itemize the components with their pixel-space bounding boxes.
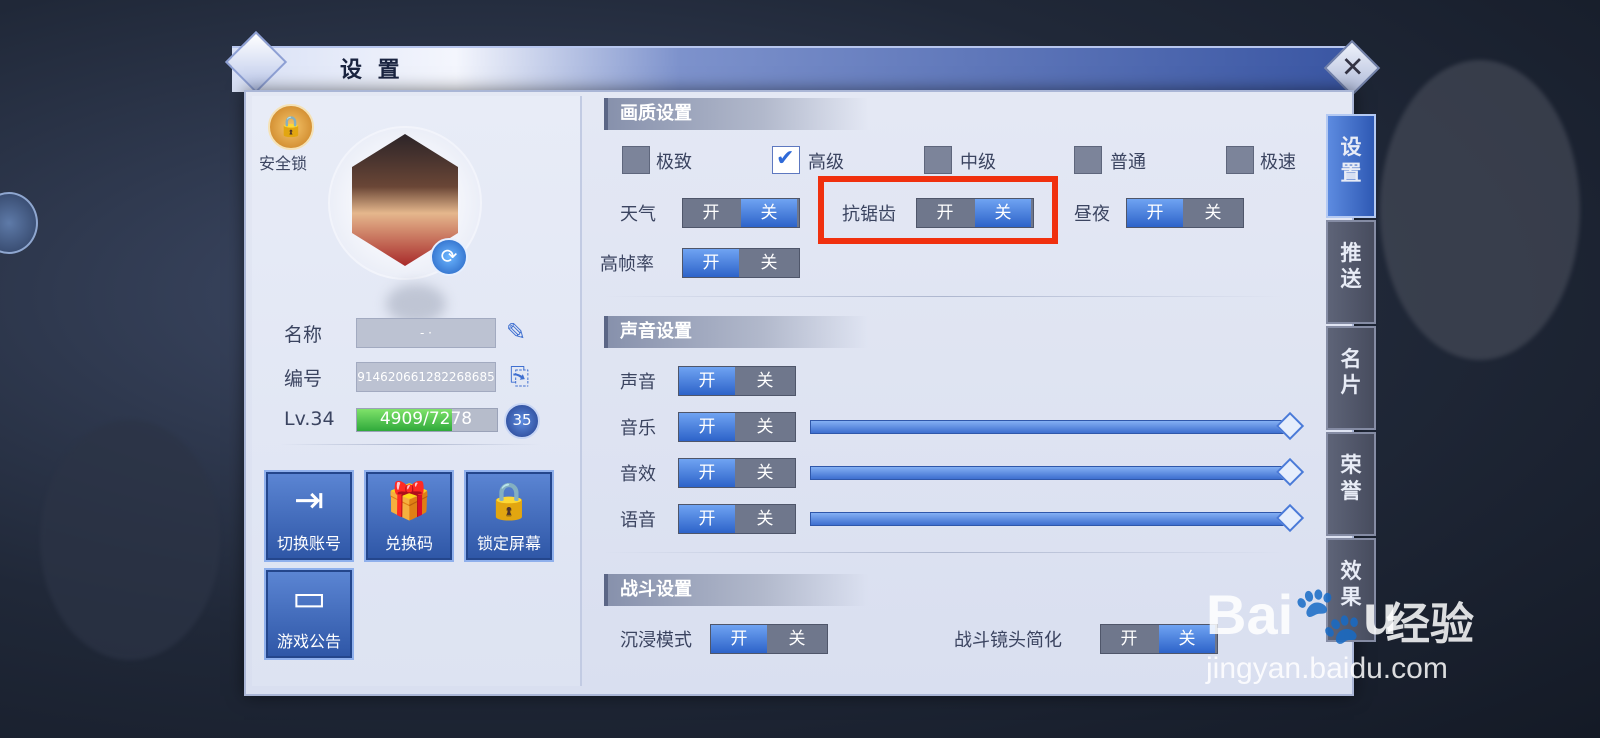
quality-medium-checkbox[interactable] (924, 146, 952, 174)
immersive-mode-label: 沉浸模式 (620, 630, 692, 651)
weather-toggle[interactable]: 开 关 (682, 198, 800, 228)
toggle-off[interactable]: 关 (737, 413, 793, 441)
highlight-box (818, 176, 1058, 244)
toggle-on[interactable]: 开 (679, 413, 735, 441)
security-lock-label: 安全锁 (259, 154, 308, 173)
lock-screen-label: 锁定屏幕 (476, 534, 541, 553)
side-shortcut-button[interactable] (0, 192, 38, 254)
quality-medium-label: 中级 (960, 152, 996, 173)
sfx-volume-slider[interactable] (810, 466, 1290, 480)
background-shape (40, 420, 220, 660)
level-label: Lv.34 (284, 408, 335, 430)
edit-name-icon[interactable]: ✎ (506, 318, 526, 346)
immersive-mode-toggle[interactable]: 开 关 (710, 624, 828, 654)
sfx-toggle[interactable]: 开 关 (678, 458, 796, 488)
divider (604, 296, 1284, 297)
game-notice-label: 游戏公告 (276, 632, 341, 651)
switch-account-button[interactable]: ⇥ 切换账号 (264, 470, 354, 562)
voice-label: 语音 (620, 510, 656, 531)
redeem-code-label: 兑换码 (384, 534, 433, 553)
sfx-label: 音效 (620, 464, 656, 485)
name-field: - · (356, 318, 496, 348)
camera-simplify-label: 战斗镜头简化 (954, 630, 1062, 651)
toggle-on[interactable]: 开 (683, 199, 739, 227)
toggle-off[interactable]: 关 (1185, 199, 1241, 227)
camera-simplify-toggle[interactable]: 开 关 (1100, 624, 1218, 654)
weather-label: 天气 (620, 204, 656, 225)
toggle-on[interactable]: 开 (711, 625, 767, 653)
graphics-section-title: 画质设置 (620, 103, 692, 124)
background-shape (1380, 60, 1580, 360)
copy-id-icon[interactable]: ⎘ (510, 362, 529, 390)
tab-settings[interactable]: 设置 (1326, 114, 1376, 218)
music-label: 音乐 (620, 418, 656, 439)
toggle-on[interactable]: 开 (679, 367, 735, 395)
toggle-off[interactable]: 关 (741, 199, 797, 227)
toggle-off[interactable]: 关 (737, 505, 793, 533)
tab-honor[interactable]: 荣誉 (1326, 432, 1376, 536)
id-field: 914620661282268685 (356, 362, 496, 392)
lock-screen-button[interactable]: 🔒 锁定屏幕 (464, 470, 554, 562)
divider (280, 444, 540, 445)
quality-high-checkbox[interactable] (772, 146, 800, 174)
lock-screen-icon: 🔒 (486, 481, 532, 522)
toggle-on[interactable]: 开 (1127, 199, 1183, 227)
daynight-toggle[interactable]: 开 关 (1126, 198, 1244, 228)
voice-volume-slider[interactable] (810, 512, 1290, 526)
switch-account-icon: ⇥ (293, 480, 325, 521)
tab-push-label: 推送 (1340, 240, 1362, 291)
window-title: 设 置 (340, 57, 404, 83)
battle-section-header: 战斗设置 (604, 574, 868, 606)
watermark-text: 经验 (1386, 599, 1474, 650)
toggle-on[interactable]: 开 (683, 249, 739, 277)
toggle-on[interactable]: 开 (679, 459, 735, 487)
tab-card[interactable]: 名片 (1326, 326, 1376, 430)
divider (604, 552, 1284, 553)
sound-section-title: 声音设置 (620, 321, 692, 342)
watermark-url: jingyan.baidu.com (1206, 652, 1448, 685)
quality-ultimate-label: 极致 (656, 152, 692, 173)
toggle-on[interactable]: 开 (679, 505, 735, 533)
tab-settings-label: 设置 (1340, 134, 1362, 185)
highfps-toggle[interactable]: 开 关 (682, 248, 800, 278)
close-icon: ✕ (1340, 50, 1365, 84)
toggle-on[interactable]: 开 (1101, 625, 1157, 653)
voice-toggle[interactable]: 开 关 (678, 504, 796, 534)
music-volume-slider[interactable] (810, 420, 1290, 434)
quality-ultimate-checkbox[interactable] (622, 146, 650, 174)
id-label: 编号 (284, 368, 323, 390)
sound-section-header: 声音设置 (604, 316, 868, 348)
game-notice-button[interactable]: ▭ 游戏公告 (264, 568, 354, 660)
redeem-code-button[interactable]: 🎁 兑换码 (364, 470, 454, 562)
tab-honor-label: 荣誉 (1340, 452, 1362, 503)
music-toggle[interactable]: 开 关 (678, 412, 796, 442)
change-avatar-icon[interactable]: ⟳ (430, 238, 468, 276)
quality-normal-label: 普通 (1110, 152, 1146, 173)
watermark-logo: Bai🐾u (1206, 583, 1398, 646)
tab-card-label: 名片 (1340, 346, 1362, 397)
toggle-off[interactable]: 关 (741, 249, 797, 277)
quality-high-label: 高级 (808, 152, 844, 173)
notice-board-icon: ▭ (291, 578, 326, 619)
quality-speed-label: 极速 (1260, 152, 1296, 173)
xp-text: 4909/7278 (379, 409, 473, 429)
quality-speed-checkbox[interactable] (1226, 146, 1254, 174)
toggle-off[interactable]: 关 (769, 625, 825, 653)
security-lock-icon[interactable]: 🔒 (268, 104, 314, 150)
next-level-badge: 35 (504, 403, 540, 439)
daynight-label: 昼夜 (1074, 204, 1110, 225)
graphics-section-header: 画质设置 (604, 98, 868, 130)
switch-account-label: 切换账号 (276, 534, 341, 553)
sound-label: 声音 (620, 372, 656, 393)
toggle-off[interactable]: 关 (737, 459, 793, 487)
tab-push[interactable]: 推送 (1326, 220, 1376, 324)
quality-normal-checkbox[interactable] (1074, 146, 1102, 174)
toggle-off[interactable]: 关 (737, 367, 793, 395)
sound-toggle[interactable]: 开 关 (678, 366, 796, 396)
highfps-label: 高帧率 (600, 254, 654, 275)
battle-section-title: 战斗设置 (620, 579, 692, 600)
name-label: 名称 (284, 324, 323, 346)
gift-icon: 🎁 (386, 481, 432, 522)
